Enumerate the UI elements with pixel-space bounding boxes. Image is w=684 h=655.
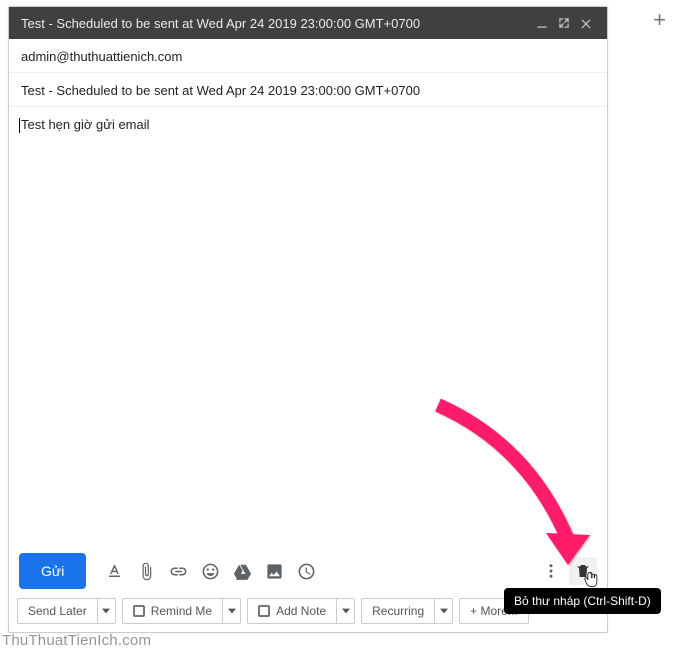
watermark-text: ThuThuatTienIch.com bbox=[2, 632, 151, 649]
compose-window: Test - Scheduled to be sent at Wed Apr 2… bbox=[8, 6, 608, 633]
subject-text: Test - Scheduled to be sent at Wed Apr 2… bbox=[21, 83, 420, 98]
emoji-icon[interactable] bbox=[196, 557, 224, 585]
add-note-dropdown[interactable] bbox=[337, 598, 355, 624]
body-text: Test hẹn giờ gửi email bbox=[21, 117, 595, 132]
send-later-button[interactable]: Send Later bbox=[17, 598, 98, 624]
minimize-icon[interactable] bbox=[531, 16, 553, 30]
send-button[interactable]: Gửi bbox=[19, 553, 86, 589]
image-icon[interactable] bbox=[260, 557, 288, 585]
titlebar: Test - Scheduled to be sent at Wed Apr 2… bbox=[9, 7, 607, 39]
remind-me-button[interactable]: Remind Me bbox=[122, 598, 223, 624]
email-body[interactable]: Test hẹn giờ gửi email bbox=[9, 107, 607, 547]
remind-me-dropdown[interactable] bbox=[223, 598, 241, 624]
close-icon[interactable] bbox=[575, 16, 597, 30]
drive-icon[interactable] bbox=[228, 557, 256, 585]
send-later-dropdown[interactable] bbox=[98, 598, 116, 624]
window-title: Test - Scheduled to be sent at Wed Apr 2… bbox=[21, 16, 531, 31]
remind-me-checkbox[interactable] bbox=[133, 605, 145, 617]
schedule-lock-icon[interactable] bbox=[292, 557, 320, 585]
new-tab-plus-icon[interactable]: + bbox=[653, 7, 666, 33]
discard-tooltip: Bỏ thư nháp (Ctrl-Shift-D) bbox=[504, 588, 661, 614]
attach-icon[interactable] bbox=[132, 557, 160, 585]
recipients-field[interactable]: admin@thuthuattienich.com bbox=[9, 39, 607, 73]
more-options-icon[interactable] bbox=[537, 557, 565, 585]
link-icon[interactable] bbox=[164, 557, 192, 585]
add-note-button[interactable]: Add Note bbox=[247, 598, 337, 624]
recurring-button[interactable]: Recurring bbox=[361, 598, 435, 624]
recurring-dropdown[interactable] bbox=[435, 598, 453, 624]
subject-field[interactable]: Test - Scheduled to be sent at Wed Apr 2… bbox=[9, 73, 607, 107]
recipient-chip[interactable]: admin@thuthuattienich.com bbox=[21, 49, 182, 64]
expand-icon[interactable] bbox=[553, 16, 575, 30]
add-note-checkbox[interactable] bbox=[258, 605, 270, 617]
discard-draft-icon[interactable] bbox=[569, 557, 597, 585]
text-format-icon[interactable] bbox=[100, 557, 128, 585]
